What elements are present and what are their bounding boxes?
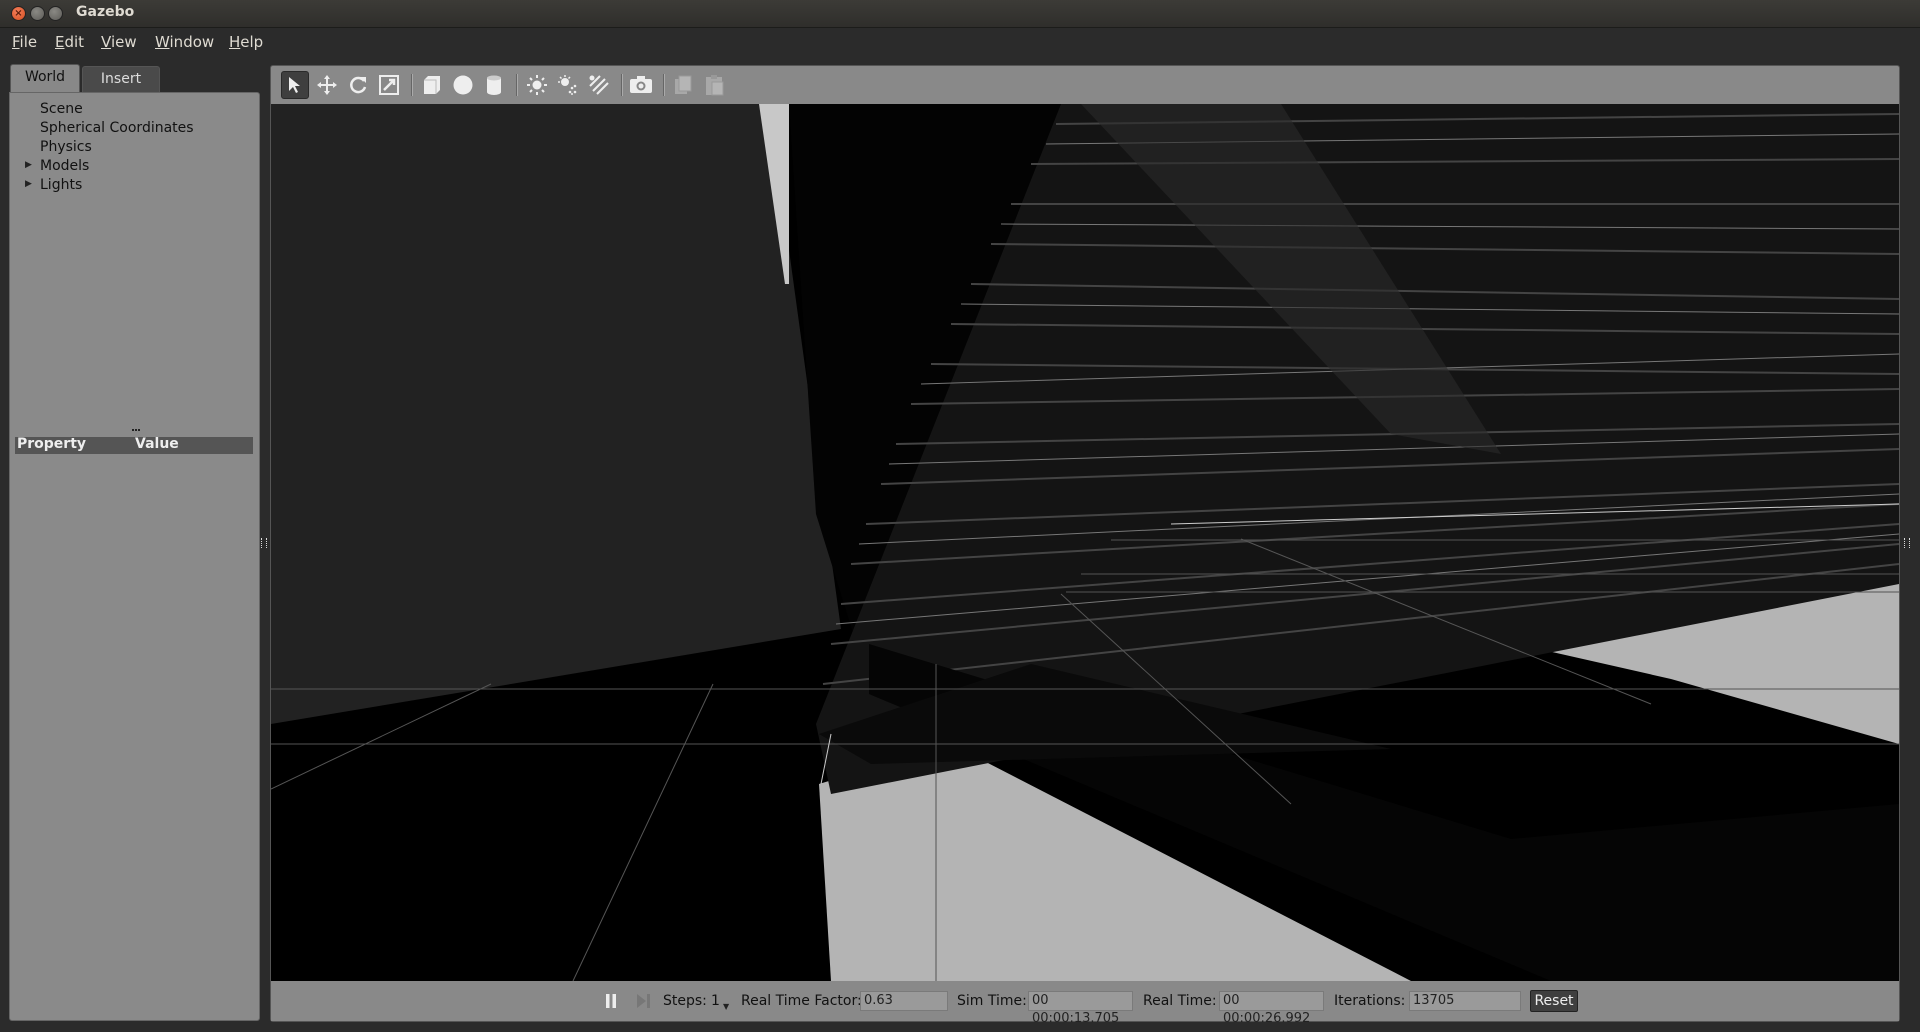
window-title: Gazebo — [76, 4, 135, 20]
tab-insert[interactable]: Insert — [82, 66, 160, 92]
tree-item-lights[interactable]: Lights — [40, 177, 82, 193]
reset-button[interactable]: Reset — [1530, 990, 1578, 1012]
right-splitter-handle[interactable] — [1904, 538, 1910, 548]
steps-value[interactable]: 1 — [711, 993, 720, 1009]
property-column-header[interactable]: Property — [17, 436, 86, 452]
maximize-window-button[interactable] — [48, 6, 63, 21]
toolbar-separator — [411, 74, 413, 96]
real-time-label: Real Time: — [1143, 993, 1217, 1009]
real-time-factor-label: Real Time Factor: — [741, 993, 862, 1009]
sphere-icon[interactable] — [449, 71, 477, 99]
directional-light-icon[interactable] — [585, 71, 613, 99]
pause-icon — [606, 994, 616, 1008]
rotate-icon[interactable] — [344, 71, 372, 99]
menu-file[interactable]: File — [12, 33, 37, 51]
close-icon: × — [14, 8, 23, 19]
render-panel: Steps: 1 ▼ Real Time Factor: 0.63 Sim Ti… — [270, 65, 1900, 1026]
select-arrow-icon[interactable] — [281, 71, 309, 99]
steps-label: Steps: — [663, 993, 707, 1009]
tree-item-physics[interactable]: Physics — [40, 139, 92, 155]
world-panel: World Insert Scene Spherical Coordinates… — [9, 64, 260, 1021]
scale-icon[interactable] — [375, 71, 403, 99]
screenshot-icon[interactable] — [627, 71, 655, 99]
value-column-header[interactable]: Value — [135, 436, 179, 452]
sim-time-label: Sim Time: — [957, 993, 1027, 1009]
spot-light-icon[interactable] — [554, 71, 582, 99]
expand-arrow-icon[interactable]: ▶ — [25, 160, 32, 170]
tab-world[interactable]: World — [10, 64, 80, 92]
cylinder-icon[interactable] — [480, 71, 508, 99]
real-time-factor-field: 0.63 — [860, 991, 948, 1011]
expand-arrow-icon[interactable]: ▶ — [25, 179, 32, 189]
menu-bar: File Edit View Window Help — [0, 28, 1920, 56]
copy-icon[interactable] — [669, 71, 697, 99]
pause-button[interactable] — [604, 992, 618, 1010]
toolbar-separator — [663, 74, 665, 96]
tree-item-scene[interactable]: Scene — [40, 101, 83, 117]
tree-item-spherical-coordinates[interactable]: Spherical Coordinates — [40, 120, 194, 136]
paste-icon[interactable] — [700, 71, 728, 99]
minimize-window-button[interactable] — [30, 6, 45, 21]
menu-window[interactable]: Window — [155, 33, 214, 51]
menu-help[interactable]: Help — [229, 33, 263, 51]
sim-time-field: 00 00:00:13.705 — [1028, 991, 1133, 1026]
panel-splitter-handle[interactable] — [132, 429, 140, 436]
iterations-field: 13705 — [1409, 991, 1521, 1011]
point-light-icon[interactable] — [523, 71, 551, 99]
step-button[interactable] — [636, 992, 650, 1010]
step-forward-icon — [637, 994, 650, 1008]
translate-icon[interactable] — [313, 71, 341, 99]
menu-edit[interactable]: Edit — [55, 33, 84, 51]
steps-dropdown-icon[interactable]: ▼ — [723, 1002, 729, 1011]
toolbar-separator — [621, 74, 623, 96]
left-splitter-handle[interactable] — [261, 538, 267, 548]
toolbar-separator — [516, 74, 518, 96]
3d-viewport[interactable] — [270, 104, 1900, 982]
world-tree-panel: Scene Spherical Coordinates Physics ▶ Mo… — [9, 92, 260, 1021]
title-bar: × Gazebo — [0, 0, 1920, 28]
tree-item-models[interactable]: Models — [40, 158, 89, 174]
iterations-label: Iterations: — [1334, 993, 1406, 1009]
close-window-button[interactable]: × — [11, 6, 26, 21]
real-time-field: 00 00:00:26.992 — [1219, 991, 1324, 1026]
scene-render — [270, 104, 1900, 982]
menu-view[interactable]: View — [101, 33, 137, 51]
box-icon[interactable] — [418, 71, 446, 99]
property-table-header: Property Value — [15, 436, 253, 454]
status-bar: Steps: 1 ▼ Real Time Factor: 0.63 Sim Ti… — [271, 982, 1899, 1026]
